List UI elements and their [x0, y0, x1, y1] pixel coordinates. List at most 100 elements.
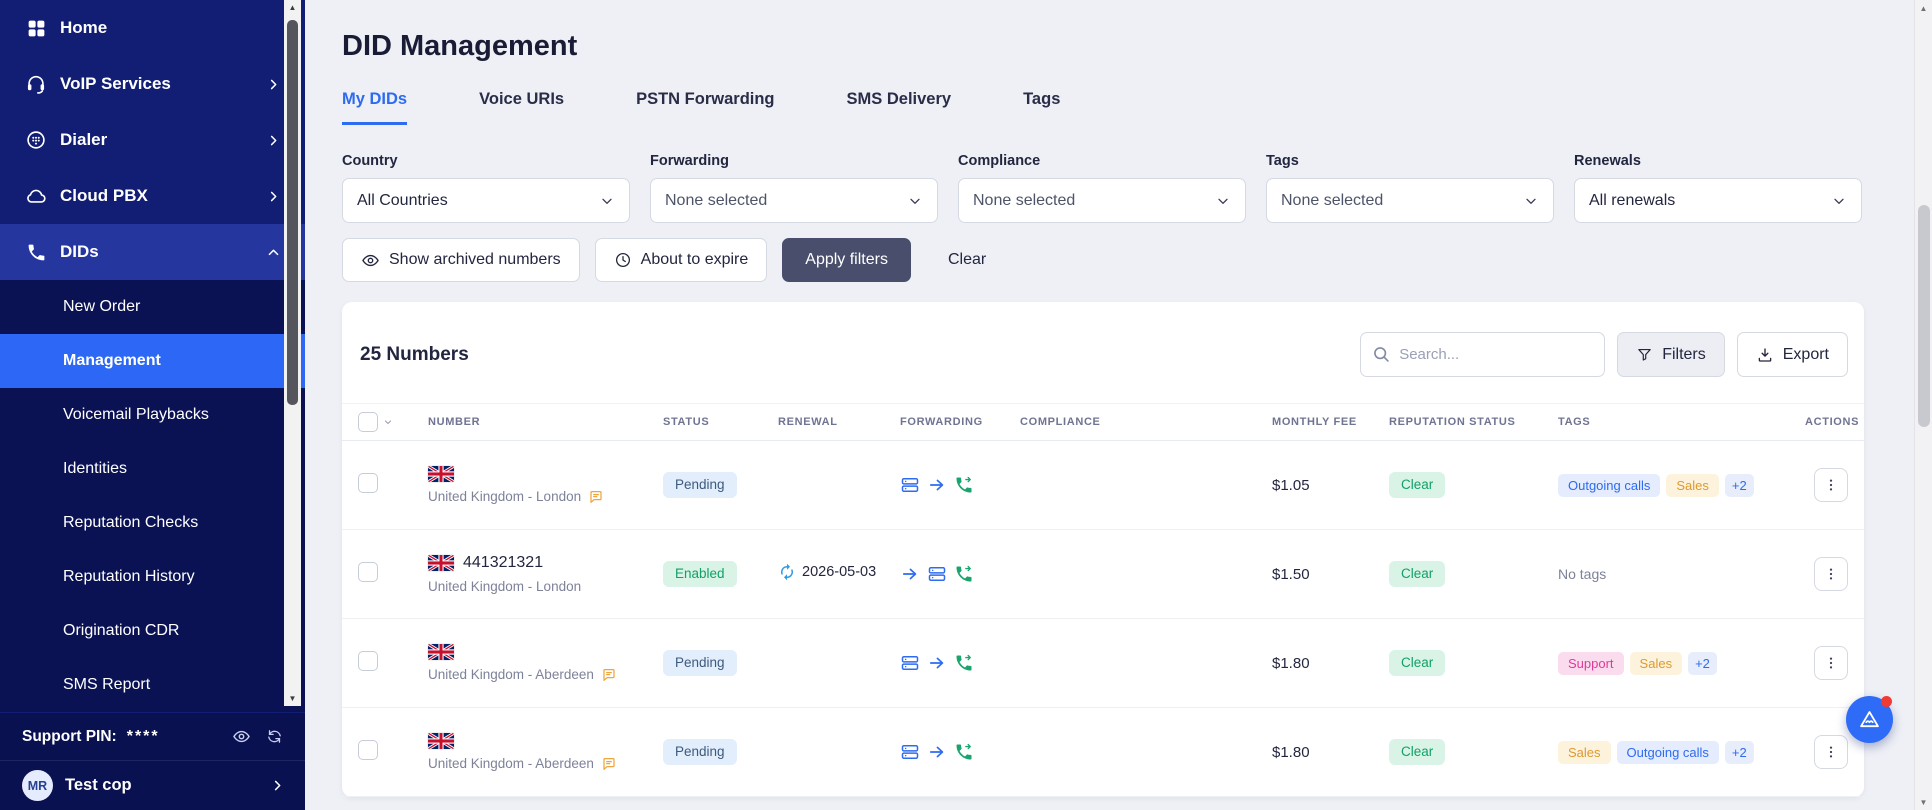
show-archived-button[interactable]: Show archived numbers: [342, 238, 580, 282]
table-body: United Kingdom - London Pending $1.05 Clear…: [342, 441, 1864, 797]
sidebar-item-dids[interactable]: DIDs: [0, 224, 305, 280]
sidebar-item-identities[interactable]: Identities: [0, 442, 305, 496]
chevron-up-icon: [266, 245, 281, 260]
filter-field-country: Country All Countries: [342, 153, 630, 223]
monthly-fee: $1.80: [1272, 743, 1310, 761]
sidebar-item-voip-services[interactable]: VoIP Services: [0, 56, 305, 112]
filter-label: Forwarding: [650, 153, 729, 169]
scrollbar-thumb[interactable]: [1918, 205, 1930, 427]
row-actions-button[interactable]: [1814, 468, 1848, 502]
did-location: United Kingdom - London: [428, 579, 582, 594]
sidebar-item-voicemail-playbacks[interactable]: Voicemail Playbacks: [0, 388, 305, 442]
chevron-right-icon: [266, 133, 281, 148]
user-menu[interactable]: MR Test cop: [0, 760, 305, 810]
row-actions-button[interactable]: [1814, 735, 1848, 769]
filters-button[interactable]: Filters: [1617, 332, 1725, 377]
reputation-badge: Clear: [1389, 561, 1446, 587]
column-header-monthly-fee: MONTHLY FEE: [1272, 416, 1357, 428]
tag-pill: Sales: [1666, 473, 1719, 497]
monthly-fee: $1.50: [1272, 565, 1310, 583]
apply-filters-button[interactable]: Apply filters: [782, 238, 911, 282]
sidebar-item-label: Dialer: [60, 130, 108, 149]
notification-dot: [1881, 696, 1892, 707]
row-checkbox[interactable]: [358, 561, 378, 582]
refresh-icon[interactable]: [266, 728, 283, 745]
forwarding-select[interactable]: None selected: [650, 178, 938, 223]
sidebar-item-cloud-pbx[interactable]: Cloud PBX: [0, 168, 305, 224]
tab-my-dids[interactable]: My DIDs: [342, 90, 408, 125]
numbers-count: 25 Numbers: [360, 343, 469, 365]
tag-pill: Outgoing calls: [1558, 473, 1661, 497]
sidebar-item-reputation-checks[interactable]: Reputation Checks: [0, 496, 305, 550]
select-all-checkbox[interactable]: [358, 412, 378, 432]
note-icon[interactable]: [588, 489, 604, 505]
sidebar-item-sms-report[interactable]: SMS Report: [0, 658, 305, 712]
sidebar-item-origination-cdr[interactable]: Origination CDR: [0, 604, 305, 658]
export-button[interactable]: Export: [1736, 332, 1848, 377]
sidebar-item-new-order[interactable]: New Order: [0, 280, 305, 334]
scroll-down-icon[interactable]: ▼: [284, 691, 301, 706]
row-checkbox[interactable]: [358, 472, 378, 493]
note-icon[interactable]: [601, 667, 617, 683]
column-header-reputation-status: REPUTATION STATUS: [1389, 416, 1516, 428]
caret-down-icon[interactable]: [383, 417, 393, 427]
tags-select[interactable]: None selected: [1266, 178, 1554, 223]
grid-icon: [25, 17, 47, 39]
renewals-select[interactable]: All renewals: [1574, 178, 1862, 223]
show-archived-label: Show archived numbers: [389, 251, 561, 268]
compliance-select[interactable]: None selected: [958, 178, 1246, 223]
column-header-renewal: RENEWAL: [778, 416, 838, 428]
clock-icon: [614, 251, 632, 269]
scrollbar-thumb[interactable]: [287, 20, 298, 405]
country-select[interactable]: All Countries: [342, 178, 630, 223]
select-value: All renewals: [1589, 191, 1676, 209]
support-chat-button[interactable]: [1846, 696, 1893, 743]
download-icon: [1756, 346, 1774, 364]
filters-label: Filters: [1662, 345, 1706, 363]
sidebar-item-reputation-history[interactable]: Reputation History: [0, 550, 305, 604]
scroll-up-icon[interactable]: ▲: [284, 0, 301, 15]
sidebar-scrollbar[interactable]: ▲ ▼: [284, 0, 301, 706]
column-header-tags: TAGS: [1558, 416, 1591, 428]
chevron-down-icon: [907, 193, 923, 209]
sidebar-item-home[interactable]: Home: [0, 0, 305, 56]
tab-tags[interactable]: Tags: [1023, 90, 1060, 125]
search-input[interactable]: [1360, 332, 1606, 377]
phone-forward-icon: [954, 742, 974, 762]
select-value: None selected: [1281, 191, 1384, 209]
filter-label: Country: [342, 153, 398, 169]
sip-trunk-icon: [900, 475, 920, 495]
eye-icon[interactable]: [232, 727, 251, 746]
row-actions-button[interactable]: [1814, 646, 1848, 680]
note-icon[interactable]: [601, 756, 617, 772]
about-to-expire-button[interactable]: About to expire: [594, 238, 768, 282]
sidebar-item-dialer[interactable]: Dialer: [0, 112, 305, 168]
export-label: Export: [1782, 345, 1829, 363]
headset-icon: [25, 73, 47, 95]
table-header: NUMBER STATUS RENEWAL FORWARDING COMPLIANCE M…: [342, 403, 1864, 441]
sip-trunk-icon: [900, 653, 920, 673]
eye-icon: [361, 251, 380, 270]
scroll-down-icon[interactable]: ▼: [1915, 794, 1932, 810]
sidebar-item-management[interactable]: Management: [0, 334, 305, 388]
column-header-actions: ACTIONS: [1805, 416, 1860, 428]
tag-pill[interactable]: +2: [1724, 740, 1754, 764]
select-value: All Countries: [357, 191, 448, 209]
brand-triangle-icon: [1858, 708, 1881, 731]
monthly-fee: $1.05: [1272, 476, 1310, 494]
page-scrollbar[interactable]: ▲ ▼: [1914, 0, 1932, 810]
tag-pill[interactable]: +2: [1724, 473, 1754, 497]
tag-pill[interactable]: +2: [1688, 651, 1717, 675]
chevron-right-icon: [266, 189, 281, 204]
sidebar-item-label: VoIP Services: [60, 74, 171, 93]
row-actions-button[interactable]: [1814, 557, 1848, 591]
sidebar-item-label: Origination CDR: [63, 622, 180, 639]
clear-filters-button[interactable]: Clear: [940, 238, 994, 282]
row-checkbox[interactable]: [358, 739, 378, 760]
row-checkbox[interactable]: [358, 650, 378, 671]
user-name: Test cop: [65, 776, 132, 794]
tab-voice-uris[interactable]: Voice URIs: [479, 90, 564, 125]
tab-pstn-forwarding[interactable]: PSTN Forwarding: [636, 90, 774, 125]
scroll-up-icon[interactable]: ▲: [1915, 0, 1932, 16]
tab-sms-delivery[interactable]: SMS Delivery: [847, 90, 952, 125]
